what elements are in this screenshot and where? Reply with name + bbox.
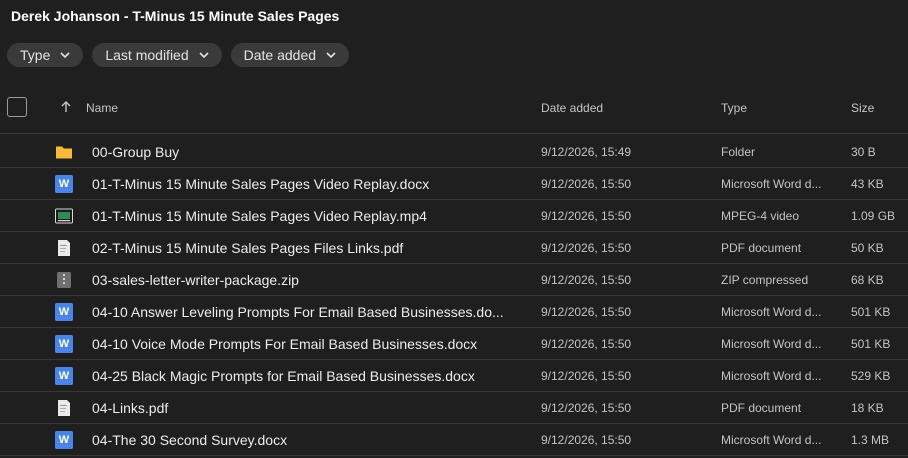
- page-title: Derek Johanson - T-Minus 15 Minute Sales…: [11, 8, 340, 24]
- type-filter-label: Type: [20, 47, 51, 63]
- word-doc-icon: W: [55, 335, 73, 353]
- file-name: 04-Links.pdf: [92, 400, 169, 416]
- file-type: MPEG-4 video: [721, 209, 800, 223]
- file-row[interactable]: 04-Links.pdf 9/12/2026, 15:50 PDF document…: [0, 392, 908, 424]
- file-name: 04-The 30 Second Survey.docx: [92, 432, 288, 448]
- file-size: 501 KB: [851, 305, 891, 319]
- file-type: PDF document: [721, 241, 802, 255]
- file-row[interactable]: W 04-The 30 Second Survey.docx 9/12/2026, …: [0, 424, 908, 456]
- file-row[interactable]: 00-Group Buy 9/12/2026, 15:49 Folder 30 B: [0, 136, 908, 168]
- word-doc-icon: W: [55, 367, 73, 385]
- column-header-date-added[interactable]: Date added: [541, 101, 603, 115]
- file-name: 01-T-Minus 15 Minute Sales Pages Video R…: [92, 208, 427, 224]
- file-size: 43 KB: [851, 177, 884, 191]
- zip-file-icon: [55, 271, 73, 289]
- file-name: 04-10 Answer Leveling Prompts For Email …: [92, 304, 504, 320]
- file-date-added: 9/12/2026, 15:50: [541, 305, 632, 319]
- file-size: 1.3 MB: [851, 433, 890, 447]
- column-header-name[interactable]: Name: [86, 101, 118, 115]
- pdf-file-icon: [55, 239, 73, 257]
- file-row[interactable]: 01-T-Minus 15 Minute Sales Pages Video R…: [0, 200, 908, 232]
- file-date-added: 9/12/2026, 15:50: [541, 273, 632, 287]
- file-name: 02-T-Minus 15 Minute Sales Pages Files L…: [92, 240, 404, 256]
- file-row[interactable]: W 04-10 Voice Mode Prompts For Email Base…: [0, 328, 908, 360]
- file-type: ZIP compressed: [721, 273, 809, 287]
- type-filter-chip[interactable]: Type: [7, 43, 84, 67]
- file-size: 529 KB: [851, 369, 891, 383]
- select-all-checkbox[interactable]: [7, 97, 27, 117]
- file-size: 18 KB: [851, 401, 884, 415]
- file-size: 68 KB: [851, 273, 884, 287]
- file-row[interactable]: W 04-10 Answer Leveling Prompts For Email…: [0, 296, 908, 328]
- word-doc-icon: W: [55, 431, 73, 449]
- file-size: 50 KB: [851, 241, 884, 255]
- file-size: 501 KB: [851, 337, 891, 351]
- last-modified-filter-chip[interactable]: Last modified: [92, 43, 222, 67]
- file-type: PDF document: [721, 401, 802, 415]
- file-name: 00-Group Buy: [92, 144, 180, 160]
- file-row[interactable]: 02-T-Minus 15 Minute Sales Pages Files L…: [0, 232, 908, 264]
- file-size: 1.09 GB: [851, 209, 896, 223]
- file-name: 03-sales-letter-writer-package.zip: [92, 272, 299, 288]
- date-added-filter-chip[interactable]: Date added: [230, 43, 350, 67]
- file-date-added: 9/12/2026, 15:50: [541, 209, 632, 223]
- file-type: Microsoft Word d...: [721, 305, 822, 319]
- file-date-added: 9/12/2026, 15:50: [541, 241, 632, 255]
- file-row[interactable]: 03-sales-letter-writer-package.zip 9/12/2…: [0, 264, 908, 296]
- word-doc-icon: W: [55, 303, 73, 321]
- file-date-added: 9/12/2026, 15:50: [541, 433, 632, 447]
- chevron-down-icon: [60, 52, 70, 59]
- file-type: Microsoft Word d...: [721, 177, 822, 191]
- file-type: Folder: [721, 145, 756, 159]
- file-type: Microsoft Word d...: [721, 369, 822, 383]
- file-type: Microsoft Word d...: [721, 337, 822, 351]
- file-row[interactable]: W 01-T-Minus 15 Minute Sales Pages Video …: [0, 168, 908, 200]
- file-date-added: 9/12/2026, 15:50: [541, 369, 632, 383]
- file-name: 04-10 Voice Mode Prompts For Email Based…: [92, 336, 478, 352]
- word-doc-icon: W: [55, 175, 73, 193]
- file-date-added: 9/12/2026, 15:50: [541, 177, 632, 191]
- column-header-type[interactable]: Type: [721, 101, 747, 115]
- sort-ascending-arrow-icon[interactable]: [59, 100, 73, 114]
- last-modified-filter-label: Last modified: [105, 47, 189, 63]
- filter-bar: Type Last modified Date added: [7, 43, 350, 67]
- file-type: Microsoft Word d...: [721, 433, 822, 447]
- file-name: 01-T-Minus 15 Minute Sales Pages Video R…: [92, 176, 430, 192]
- file-name: 04-25 Black Magic Prompts for Email Base…: [92, 368, 475, 384]
- pdf-file-icon: [55, 399, 73, 417]
- date-added-filter-label: Date added: [243, 47, 317, 63]
- file-date-added: 9/12/2026, 15:49: [541, 145, 632, 159]
- file-size: 30 B: [851, 145, 876, 159]
- folder-icon: [55, 143, 73, 161]
- file-list: 00-Group Buy 9/12/2026, 15:49 Folder 30 B W 0…: [0, 136, 908, 456]
- file-date-added: 9/12/2026, 15:50: [541, 401, 632, 415]
- chevron-down-icon: [199, 52, 209, 59]
- file-row[interactable]: W 04-25 Black Magic Prompts for Email Bas…: [0, 360, 908, 392]
- chevron-down-icon: [326, 52, 336, 59]
- table-header: Name Date added Type Size: [0, 88, 908, 134]
- video-file-icon: [55, 207, 73, 225]
- column-header-size[interactable]: Size: [851, 101, 874, 115]
- file-date-added: 9/12/2026, 15:50: [541, 337, 632, 351]
